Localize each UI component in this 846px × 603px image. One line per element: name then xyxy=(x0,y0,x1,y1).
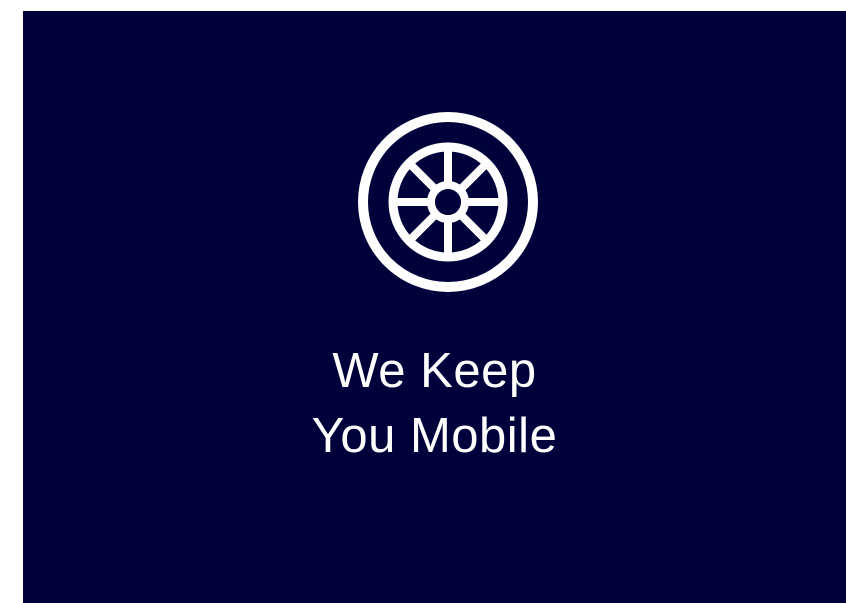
banner-panel: We Keep You Mobile xyxy=(23,11,846,603)
tagline-line-1: We Keep xyxy=(332,344,537,398)
tagline-line-2: You Mobile xyxy=(311,409,558,463)
wheel-icon xyxy=(358,112,538,292)
